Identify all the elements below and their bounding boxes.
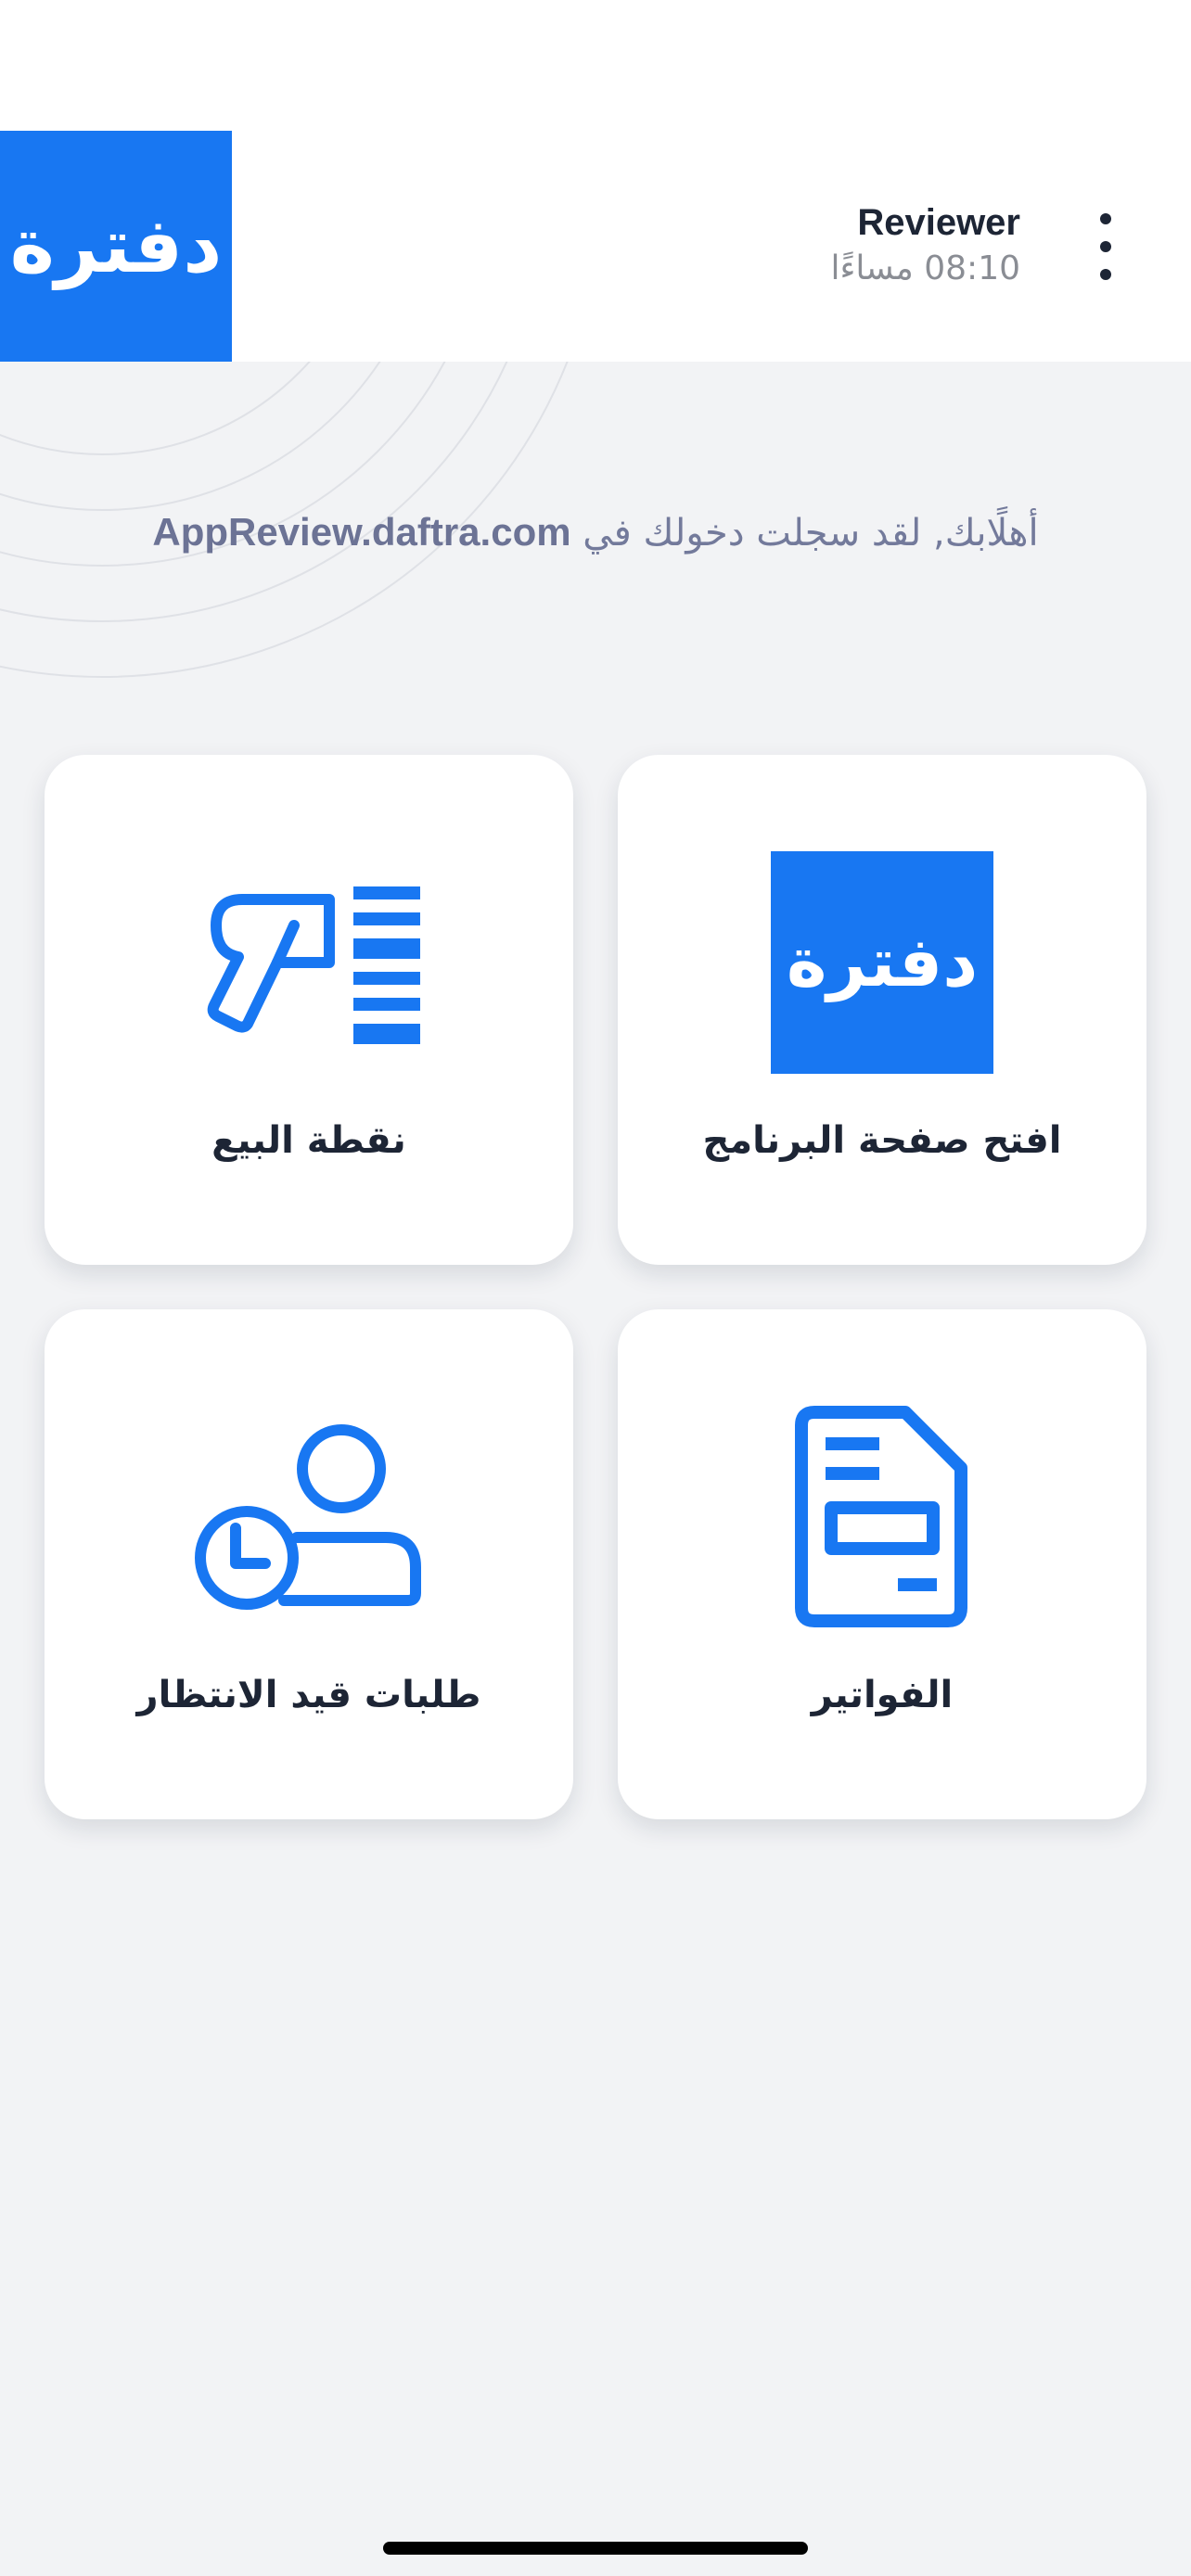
pos-label: نقطة البيع <box>211 1119 406 1162</box>
pos-card[interactable]: نقطة البيع <box>45 755 573 1265</box>
invoices-label: الفواتير <box>811 1674 954 1716</box>
brand-logo: دفترة <box>0 131 232 362</box>
user-info: Reviewer 08:10 مساءًا <box>831 198 1021 291</box>
user-name: Reviewer <box>857 202 1020 243</box>
daftra-logo: دفترة <box>771 851 993 1074</box>
more-vertical-icon[interactable] <box>1085 213 1126 280</box>
menu-dot <box>1100 269 1111 280</box>
brand-logo-text: دفترة <box>9 201 223 290</box>
home-indicator[interactable] <box>383 2542 808 2555</box>
account-domain: AppReview.daftra.com <box>152 510 571 554</box>
welcome-message: أهلًابك, لقد سجلت دخولك في AppReview.daf… <box>0 497 1191 568</box>
welcome-text: أهلًابك, لقد سجلت دخولك في <box>570 512 1039 555</box>
open-app-label: افتح صفحة البرنامج <box>702 1119 1062 1162</box>
invoices-card[interactable]: الفواتير <box>618 1309 1146 1819</box>
menu-dot <box>1100 241 1111 252</box>
pending-orders-label: طلبات قيد الانتظار <box>136 1674 481 1716</box>
daftra-logo-icon: دفترة <box>618 851 1146 1074</box>
login-time: 08:10 مساءًا <box>830 249 1021 287</box>
menu-dot <box>1100 213 1111 224</box>
open-app-card[interactable]: دفترة افتح صفحة البرنامج <box>618 755 1146 1265</box>
pending-orders-card[interactable]: طلبات قيد الانتظار <box>45 1309 573 1819</box>
invoice-document-icon <box>618 1406 1146 1628</box>
daftra-logo-text: دفترة <box>786 923 979 1002</box>
user-clock-icon <box>45 1406 573 1628</box>
app-header: دفترة Reviewer 08:10 مساءًا <box>0 0 1191 362</box>
barcode-scanner-icon <box>45 851 573 1074</box>
